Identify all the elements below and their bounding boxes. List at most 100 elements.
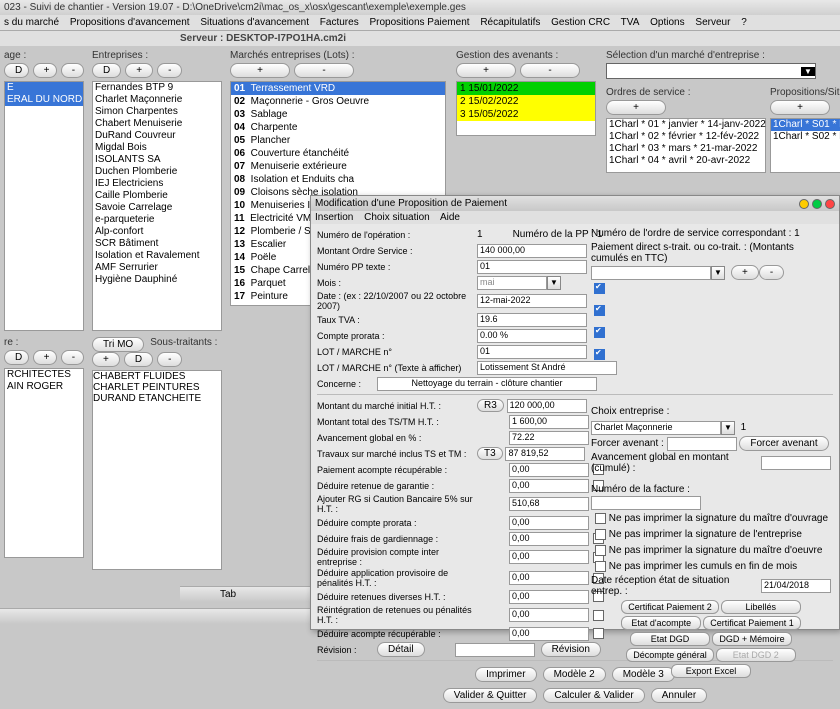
calculer-valider-button[interactable]: Calculer & Valider	[543, 688, 644, 703]
list-item[interactable]: Charlet Maçonnerie	[93, 94, 221, 106]
list-item[interactable]: 03 Sablage	[231, 108, 445, 121]
arch-list[interactable]: RCHITECTES AIN ROGER	[4, 368, 84, 558]
list-item[interactable]: 02 Maçonnerie - Gros Oeuvre	[231, 95, 445, 108]
d-button[interactable]: D	[4, 63, 29, 78]
plus-button[interactable]: +	[125, 63, 153, 78]
menu-item[interactable]: Propositions Paiement	[369, 17, 469, 28]
prorata-field[interactable]: 0.00 %	[477, 329, 587, 343]
prop-list[interactable]: 1Charl * S01 * L01 * j1Charl * S02 * L 0…	[770, 118, 840, 173]
list-item[interactable]: 05 Plancher	[231, 134, 445, 147]
list-item[interactable]: Hygiène Dauphiné	[93, 274, 221, 286]
cert-paiement1-button[interactable]: Certificat Paiement 1	[703, 616, 801, 630]
plus-button[interactable]: +	[456, 63, 516, 78]
minus-button[interactable]: -	[294, 63, 354, 78]
agm-field[interactable]	[761, 456, 831, 470]
entreprises-list[interactable]: Fernandes BTP 9Charlet MaçonnerieSimon C…	[92, 81, 222, 331]
plus-button[interactable]: +	[230, 63, 290, 78]
d-button[interactable]: D	[92, 63, 121, 78]
list-item[interactable]: ISOLANTS SA	[93, 154, 221, 166]
list-item[interactable]: ERAL DU NORD	[5, 94, 83, 106]
menu-item[interactable]: Situations d'avancement	[200, 17, 309, 28]
tva-field[interactable]: 19.6	[477, 313, 587, 327]
mtt-field[interactable]: 1 600,00	[509, 415, 589, 429]
minus-button[interactable]: -	[520, 63, 580, 78]
dgd-memoire-button[interactable]: DGD + Mémoire	[712, 632, 792, 646]
check-icon[interactable]	[594, 327, 605, 338]
drg-field[interactable]: 0,00	[509, 479, 589, 493]
dcp-field[interactable]: 0,00	[509, 516, 589, 530]
list-item[interactable]: e-parqueterie	[93, 214, 221, 226]
checkbox[interactable]	[595, 561, 606, 572]
list-item[interactable]: 1Charl * S02 * L 01 * j	[771, 131, 840, 143]
menu-item[interactable]: Insertion	[315, 212, 353, 223]
mmi-field[interactable]: 120 000,00	[507, 399, 587, 413]
list-item[interactable]: 1 15/01/2022	[457, 82, 595, 95]
fa-field[interactable]	[667, 437, 737, 451]
mois-select[interactable]: mai	[477, 276, 547, 290]
imprimer-button[interactable]: Imprimer	[475, 667, 536, 682]
menu-item[interactable]: Factures	[320, 17, 359, 28]
forcer-avenant-button[interactable]: Forcer avenant	[739, 436, 828, 451]
list-item[interactable]: Chabert Menuiserie	[93, 118, 221, 130]
date-field[interactable]: 12-mai-2022	[477, 294, 587, 308]
menu-item[interactable]: Serveur	[695, 17, 730, 28]
dar-field[interactable]: 0,00	[509, 627, 589, 641]
r3-button[interactable]: R3	[477, 399, 504, 412]
list-item[interactable]: RCHITECTES	[5, 369, 83, 381]
etat-dgd2-button[interactable]: Etat DGD 2	[716, 648, 796, 662]
marche-select[interactable]: ▼	[606, 63, 816, 79]
close-icon[interactable]	[825, 199, 835, 209]
list-item[interactable]: SCR Bâtiment	[93, 238, 221, 250]
list-item[interactable]: IEJ Electriciens	[93, 178, 221, 190]
list-item[interactable]: Isolation et Ravalement	[93, 250, 221, 262]
plus-button[interactable]: +	[33, 63, 57, 78]
plus-button[interactable]: +	[770, 100, 830, 115]
list-item[interactable]: 1Charl * 01 * janvier * 14-janv-2022	[607, 119, 765, 131]
export-excel-button[interactable]: Export Excel	[671, 664, 751, 678]
menu-item[interactable]: Propositions d'avancement	[70, 17, 190, 28]
list-item[interactable]: Duchen Plomberie	[93, 166, 221, 178]
list-item[interactable]: Fernandes BTP 9	[93, 82, 221, 94]
ordres-list[interactable]: 1Charl * 01 * janvier * 14-janv-2022 1Cha…	[606, 118, 766, 173]
plus-button[interactable]: +	[606, 100, 666, 115]
d-button[interactable]: D	[4, 350, 29, 365]
cert-paiement2-button[interactable]: Certificat Paiement 2	[621, 600, 719, 614]
list-item[interactable]: AIN ROGER	[5, 381, 83, 393]
menu-item[interactable]: Récapitulatifs	[480, 17, 540, 28]
etat-dgd-button[interactable]: Etat DGD	[630, 632, 710, 646]
tmt-field[interactable]: 87 819,52	[505, 447, 585, 461]
list-item[interactable]: 3 15/05/2022	[457, 108, 595, 121]
plus-button[interactable]: +	[33, 350, 57, 365]
list-item[interactable]: 1Charl * S01 * L01 * j	[771, 119, 840, 131]
minimize-icon[interactable]	[799, 199, 809, 209]
list-item[interactable]: 01 Terrassement VRD	[231, 82, 445, 95]
etat-acompte-button[interactable]: Etat d'acompte	[621, 616, 701, 630]
facture-field[interactable]	[591, 496, 701, 510]
list-item[interactable]: CHARLET PEINTURES	[93, 382, 221, 393]
agp-field[interactable]: 72.22	[509, 431, 589, 445]
num-pp-texte-field[interactable]: 01	[477, 260, 587, 274]
list-item[interactable]: DuRand Couvreur	[93, 130, 221, 142]
list-item[interactable]: 1Charl * 03 * mars * 21-mar-2022	[607, 143, 765, 155]
libelles-button[interactable]: Libellés	[721, 600, 801, 614]
menu-item[interactable]: Gestion CRC	[551, 17, 610, 28]
soustraitants-list[interactable]: CHABERT FLUIDES CHARLET PEINTURES DURAND…	[92, 370, 222, 570]
pd-select[interactable]	[591, 266, 711, 280]
date-reception-field[interactable]: 21/04/2018	[761, 579, 831, 593]
plus-button[interactable]: +	[731, 265, 759, 280]
concerne-field[interactable]: Nettoyage du terrain - clôture chantier	[377, 377, 597, 391]
list-item[interactable]: 08 Isolation et Enduits cha	[231, 173, 445, 186]
decompte-general-button[interactable]: Décompte général	[626, 648, 714, 662]
chevron-down-icon[interactable]: ▼	[547, 276, 561, 290]
dap-field[interactable]: 0,00	[509, 571, 589, 585]
avenants-list[interactable]: 1 15/01/20222 15/02/20223 15/05/2022	[456, 81, 596, 136]
rrp-field[interactable]: 0,00	[509, 608, 589, 622]
annuler-button[interactable]: Annuler	[651, 688, 707, 703]
d-button[interactable]: D	[124, 352, 153, 367]
list-item[interactable]: AMF Serrurier	[93, 262, 221, 274]
pac-field[interactable]: 0,00	[509, 463, 589, 477]
menu-item[interactable]: s du marché	[4, 17, 59, 28]
menu-item[interactable]: Choix situation	[364, 212, 430, 223]
check-icon[interactable]	[594, 283, 605, 294]
dpc-field[interactable]: 0,00	[509, 550, 589, 564]
